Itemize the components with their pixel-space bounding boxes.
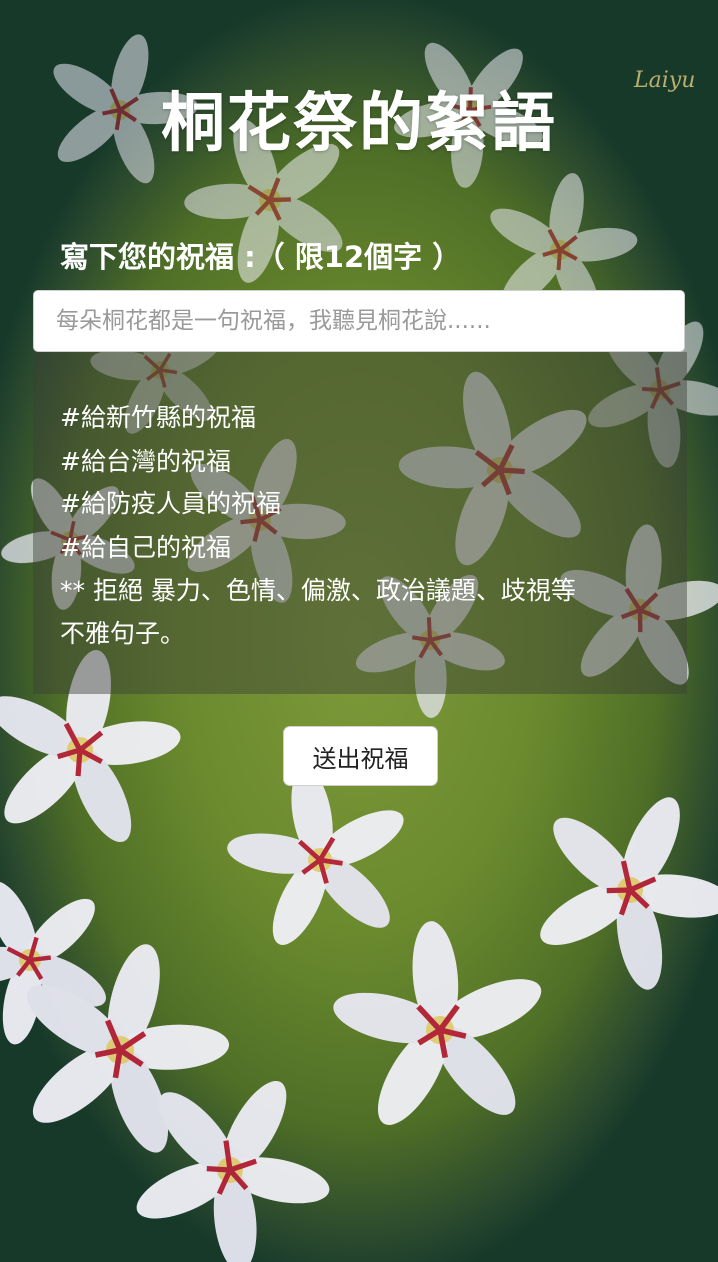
guide-line-rules: ** 拒絕 暴力、色情、偏激、政治議題、歧視等 bbox=[60, 576, 576, 605]
guide-line-rules-cont: 不雅句子。 bbox=[60, 619, 186, 648]
guide-line-taiwan: #給台灣的祝福 bbox=[60, 447, 231, 476]
blessing-prompt-label: 寫下您的祝福 :（ 限12個字 ） bbox=[60, 240, 462, 274]
guide-line-self: #給自己的祝福 bbox=[60, 533, 231, 562]
guide-line-medical-staff: #給防疫人員的祝福 bbox=[60, 489, 281, 518]
blessing-input[interactable] bbox=[33, 290, 685, 352]
submit-blessing-button[interactable]: 送出祝福 bbox=[283, 726, 438, 786]
page-title: 桐花祭的絮語 bbox=[161, 87, 557, 161]
guide-line-hsinchu: #給新竹縣的祝福 bbox=[60, 403, 256, 432]
artist-signature: Laiyu bbox=[634, 68, 696, 93]
